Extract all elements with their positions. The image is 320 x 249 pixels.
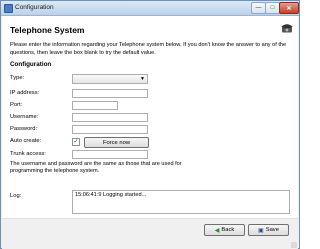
app-icon <box>4 4 13 13</box>
ip-address-field[interactable] <box>72 89 148 98</box>
trunk-access-label: Trunk access: <box>10 151 46 157</box>
ip-address-label: IP address: <box>10 90 40 96</box>
log-label: Log: <box>10 193 22 199</box>
chevron-down-icon: ▼ <box>140 76 145 82</box>
credentials-note: The username and password are the same a… <box>10 161 182 174</box>
title-bar[interactable]: Configuration — □ ✕ <box>1 1 299 16</box>
auto-create-label: Auto create: <box>10 138 42 144</box>
minimize-icon: — <box>255 5 262 11</box>
back-arrow-icon: ◀ <box>214 227 220 234</box>
back-button-label: Back <box>221 227 235 233</box>
type-select[interactable]: ▼ <box>72 74 148 84</box>
auto-create-checkbox[interactable]: ✓ <box>72 138 80 146</box>
trunk-access-field[interactable] <box>72 150 148 159</box>
close-icon: ✕ <box>286 5 292 12</box>
save-button-label: Save <box>265 227 279 233</box>
page-title: Telephone System <box>10 25 85 35</box>
window-title: Configuration <box>15 4 54 11</box>
checkmark-icon: ✓ <box>73 139 79 145</box>
close-button[interactable]: ✕ <box>279 2 299 14</box>
back-button[interactable]: ◀ Back <box>204 224 245 236</box>
section-title: Configuration <box>10 61 52 68</box>
port-field[interactable] <box>72 101 118 110</box>
force-now-button[interactable]: Force now <box>84 137 149 148</box>
log-textbox[interactable]: 15:06:41:9 Logging started... <box>72 190 290 214</box>
telephone-icon <box>281 24 293 33</box>
port-label: Port: <box>10 102 23 108</box>
resize-grip[interactable] <box>291 242 297 248</box>
username-label: Username: <box>10 114 39 120</box>
floppy-disk-icon: ▣ <box>258 227 264 234</box>
minimize-button[interactable]: — <box>251 2 266 14</box>
maximize-icon: □ <box>270 5 275 11</box>
password-field[interactable] <box>72 125 148 134</box>
footer-bar: ◀ Back ▣ Save <box>2 218 298 249</box>
type-label: Type: <box>10 75 25 81</box>
save-button[interactable]: ▣ Save <box>248 224 289 236</box>
content-panel: Telephone System Please enter the inform… <box>2 16 298 218</box>
log-entry: 15:06:41:9 Logging started... <box>75 192 147 198</box>
intro-text: Please enter the information regarding y… <box>10 42 287 56</box>
maximize-button[interactable]: □ <box>265 2 280 14</box>
username-field[interactable] <box>72 113 148 122</box>
configuration-window: Configuration — □ ✕ Telephone System Ple… <box>0 0 300 249</box>
password-label: Password: <box>10 126 38 132</box>
